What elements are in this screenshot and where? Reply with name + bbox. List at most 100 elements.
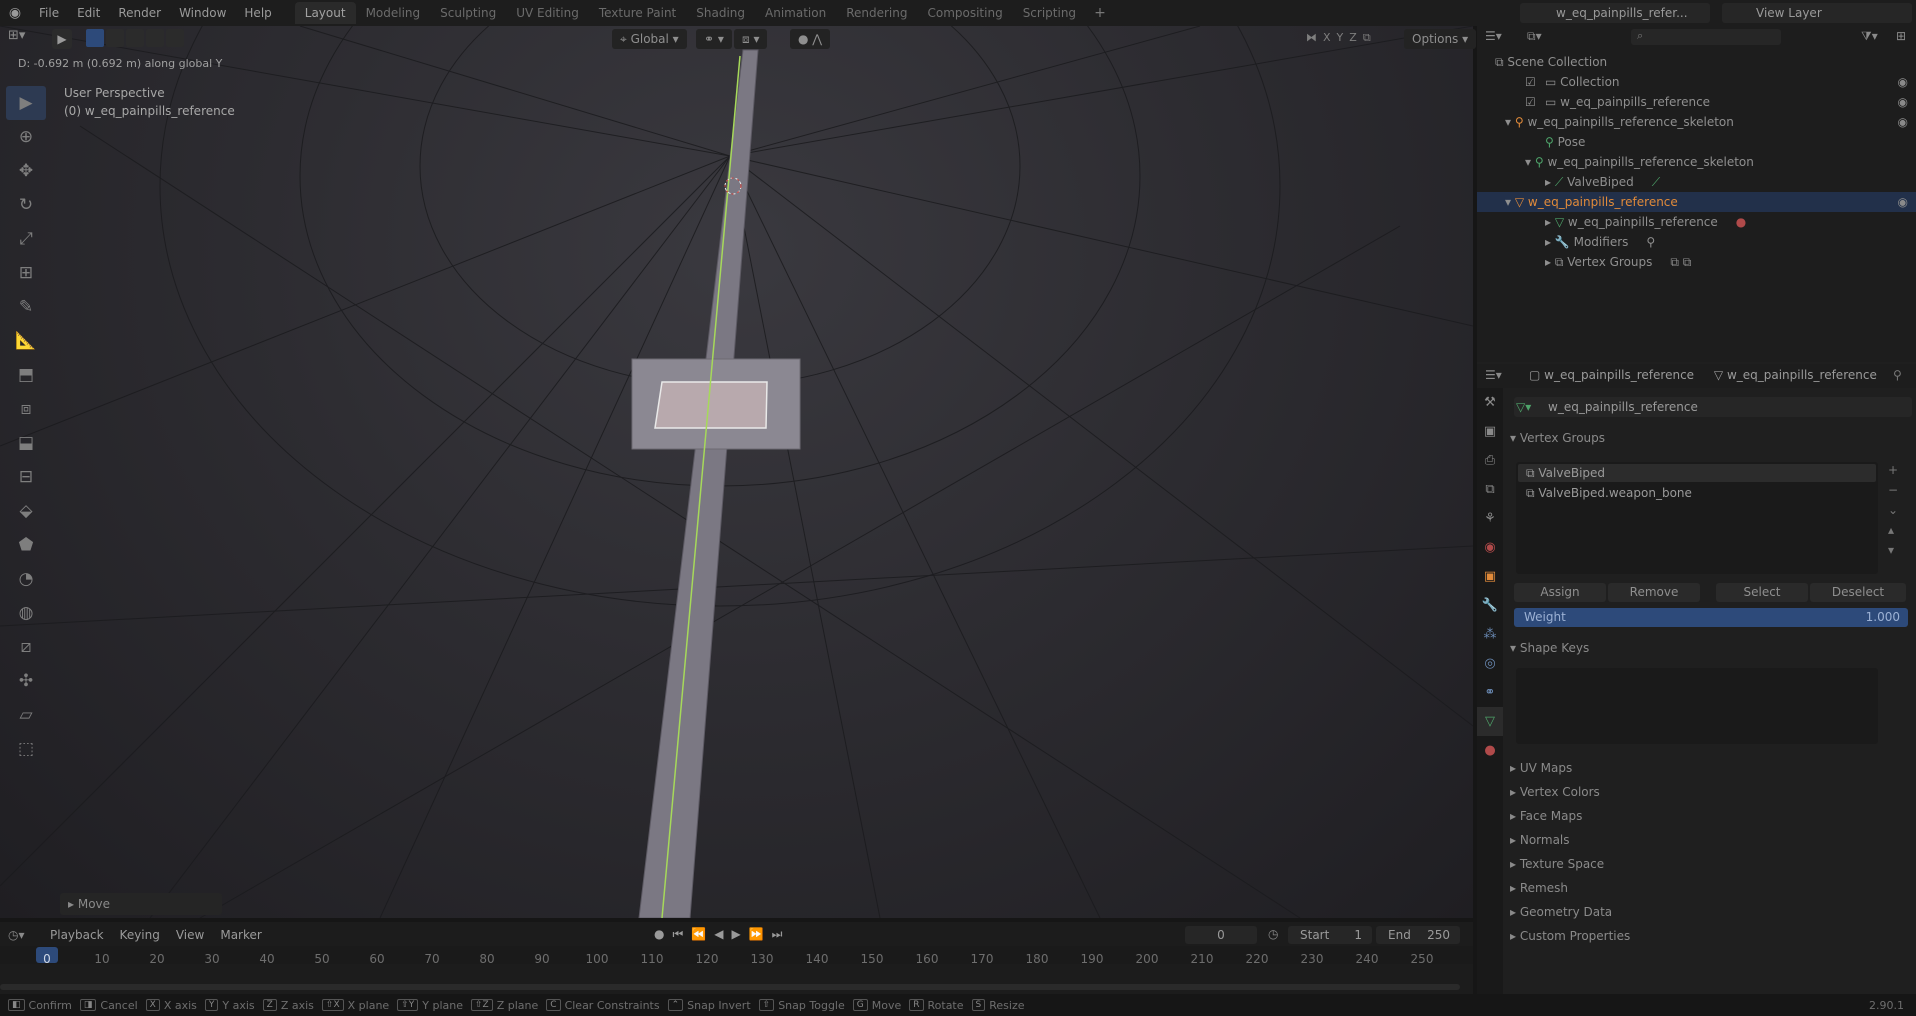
- snap-dropdown[interactable]: ⧈ ▾: [734, 29, 768, 49]
- select-intersect-icon[interactable]: [166, 29, 184, 47]
- move-tool-icon[interactable]: ✥: [6, 154, 46, 188]
- panel-header-uv-maps[interactable]: ▸ UV Maps: [1510, 757, 1910, 779]
- cursor-tool-icon[interactable]: ⊕: [6, 120, 46, 154]
- remove-button[interactable]: Remove: [1608, 583, 1700, 602]
- outliner-row[interactable]: ▾ ⚲ w_eq_painpills_reference_skeleton ◉: [1477, 112, 1916, 132]
- add-icon[interactable]: +: [1888, 460, 1898, 480]
- data-tab-icon[interactable]: ▽: [1477, 707, 1503, 736]
- view-layer-tab-icon[interactable]: ⧉: [1477, 475, 1503, 504]
- menu-help[interactable]: Help: [235, 0, 280, 26]
- tab-uv-editing[interactable]: UV Editing: [506, 2, 589, 24]
- menu-playback[interactable]: Playback: [50, 928, 104, 942]
- filter-icon[interactable]: ⧩▾: [1861, 29, 1878, 44]
- world-tab-icon[interactable]: ◉: [1477, 533, 1503, 562]
- mirror-icon[interactable]: ⧓: [1306, 31, 1317, 45]
- expand-arrow-icon[interactable]: ▾: [1505, 115, 1515, 129]
- next-keyframe-icon[interactable]: ⏩: [749, 927, 764, 942]
- select-box-icon[interactable]: [86, 29, 104, 47]
- jump-start-icon[interactable]: ⏮: [672, 927, 683, 942]
- remove-icon[interactable]: −: [1888, 480, 1898, 500]
- last-operator-panel[interactable]: ▸ Move: [60, 893, 222, 915]
- tab-texture-paint[interactable]: Texture Paint: [589, 2, 686, 24]
- panel-header-custom-properties[interactable]: ▸ Custom Properties: [1510, 925, 1910, 947]
- scene-selector[interactable]: w_eq_painpills_refer...: [1520, 3, 1710, 23]
- view-layer-selector[interactable]: View Layer: [1722, 3, 1912, 23]
- rip-tool-icon[interactable]: ⬚: [6, 732, 46, 766]
- proportional-edit-toggle[interactable]: ● ⋀: [790, 29, 831, 49]
- weight-slider[interactable]: Weight 1.000: [1514, 608, 1908, 627]
- select-subtract-icon[interactable]: [126, 29, 144, 47]
- menu-render[interactable]: Render: [109, 0, 170, 26]
- mirror-y[interactable]: Y: [1337, 31, 1344, 45]
- smooth-tool-icon[interactable]: ◍: [6, 596, 46, 630]
- outliner-row[interactable]: ▸ ⟋ ValveBiped ⟋: [1477, 172, 1916, 192]
- move-up-icon[interactable]: ▴: [1888, 520, 1898, 540]
- material-tab-icon[interactable]: ●: [1477, 736, 1503, 765]
- outliner-row[interactable]: ▸ ⧉ Vertex Groups ⧉ ⧉: [1477, 252, 1916, 272]
- tab-animation[interactable]: Animation: [755, 2, 836, 24]
- menu-window[interactable]: Window: [170, 0, 235, 26]
- object-tab-icon[interactable]: ▣: [1477, 562, 1503, 591]
- visibility-eye-icon[interactable]: ◉: [1898, 92, 1908, 112]
- expand-arrow-icon[interactable]: ▸: [1545, 235, 1555, 249]
- transform-tool-icon[interactable]: ⊞: [6, 256, 46, 290]
- outliner-row[interactable]: ⚲ Pose: [1477, 132, 1916, 152]
- prev-keyframe-icon[interactable]: ⏪: [691, 927, 706, 942]
- menu-edit[interactable]: Edit: [68, 0, 109, 26]
- mirror-z[interactable]: Z: [1349, 31, 1357, 45]
- outliner-search-input[interactable]: ⌕: [1631, 29, 1781, 45]
- panel-header-geometry-data[interactable]: ▸ Geometry Data: [1510, 901, 1910, 923]
- blender-logo-icon[interactable]: ◉: [0, 0, 30, 26]
- outliner-row[interactable]: ☑ ▭ Collection ◉: [1477, 72, 1916, 92]
- auto-merge-icon[interactable]: ⧉: [1363, 31, 1371, 45]
- outliner-row[interactable]: ⧉ Scene Collection: [1477, 52, 1916, 72]
- start-frame-field[interactable]: Start 1: [1288, 926, 1372, 944]
- modifier-tab-icon[interactable]: 🔧: [1477, 591, 1503, 620]
- outliner-row[interactable]: ☑ ▭ w_eq_painpills_reference ◉: [1477, 92, 1916, 112]
- measure-tool-icon[interactable]: 📐: [6, 324, 46, 358]
- expand-arrow-icon[interactable]: ▸: [1545, 255, 1555, 269]
- tab-layout[interactable]: Layout: [294, 2, 356, 24]
- checkbox-icon[interactable]: ☑: [1525, 72, 1536, 92]
- mirror-x[interactable]: X: [1323, 31, 1331, 45]
- properties-editor-icon[interactable]: ☰▾: [1485, 368, 1502, 382]
- current-frame-field[interactable]: 0: [1185, 926, 1257, 944]
- panel-header-vertex-colors[interactable]: ▸ Vertex Colors: [1510, 781, 1910, 803]
- expand-arrow-icon[interactable]: ▾: [1505, 195, 1515, 209]
- timeline-editor-icon[interactable]: ◷▾: [8, 928, 25, 942]
- outliner-editor-icon[interactable]: ☰▾: [1485, 29, 1502, 43]
- select-extend-icon[interactable]: [106, 29, 124, 47]
- tab-modeling[interactable]: Modeling: [356, 2, 431, 24]
- extrude-tool-icon[interactable]: ⬒: [6, 358, 46, 392]
- spin-tool-icon[interactable]: ◔: [6, 562, 46, 596]
- editor-type-icon[interactable]: ⊞▾: [8, 28, 38, 48]
- expand-arrow-icon[interactable]: ▾: [1525, 155, 1535, 169]
- edge-slide-tool-icon[interactable]: ⧄: [6, 630, 46, 664]
- select-button[interactable]: Select: [1716, 583, 1808, 602]
- render-tab-icon[interactable]: ▣: [1477, 417, 1503, 446]
- tab-shading[interactable]: Shading: [686, 2, 755, 24]
- visibility-eye-icon[interactable]: ◉: [1898, 192, 1908, 212]
- deselect-button[interactable]: Deselect: [1810, 583, 1906, 602]
- 3d-viewport[interactable]: [0, 26, 1473, 918]
- menu-marker[interactable]: Marker: [220, 928, 261, 942]
- record-icon[interactable]: ●: [654, 927, 664, 942]
- select-tool-icon[interactable]: ▶: [6, 86, 46, 120]
- play-icon[interactable]: ▶: [731, 927, 740, 942]
- assign-button[interactable]: Assign: [1514, 583, 1606, 602]
- scale-tool-icon[interactable]: ⤢: [6, 222, 46, 256]
- list-item[interactable]: ⧉ ValveBiped.weapon_bone: [1518, 484, 1876, 502]
- pivot-point-dropdown[interactable]: ⚭ ▾: [696, 29, 732, 49]
- shape-keys-panel-header[interactable]: ▾ Shape Keys: [1510, 637, 1910, 659]
- annotate-tool-icon[interactable]: ✎: [6, 290, 46, 324]
- jump-end-icon[interactable]: ⏭: [772, 927, 783, 942]
- panel-header-normals[interactable]: ▸ Normals: [1510, 829, 1910, 851]
- outliner-row[interactable]: ▾ ⚲ w_eq_painpills_reference_skeleton: [1477, 152, 1916, 172]
- mesh-name-field[interactable]: w_eq_painpills_reference: [1514, 397, 1912, 417]
- scene-tab-icon[interactable]: ⚘: [1477, 504, 1503, 533]
- loop-cut-tool-icon[interactable]: ⊟: [6, 460, 46, 494]
- menu-view[interactable]: View: [176, 928, 204, 942]
- constraints-tab-icon[interactable]: ⚭: [1477, 678, 1503, 707]
- poly-build-tool-icon[interactable]: ⬟: [6, 528, 46, 562]
- visibility-eye-icon[interactable]: ◉: [1898, 72, 1908, 92]
